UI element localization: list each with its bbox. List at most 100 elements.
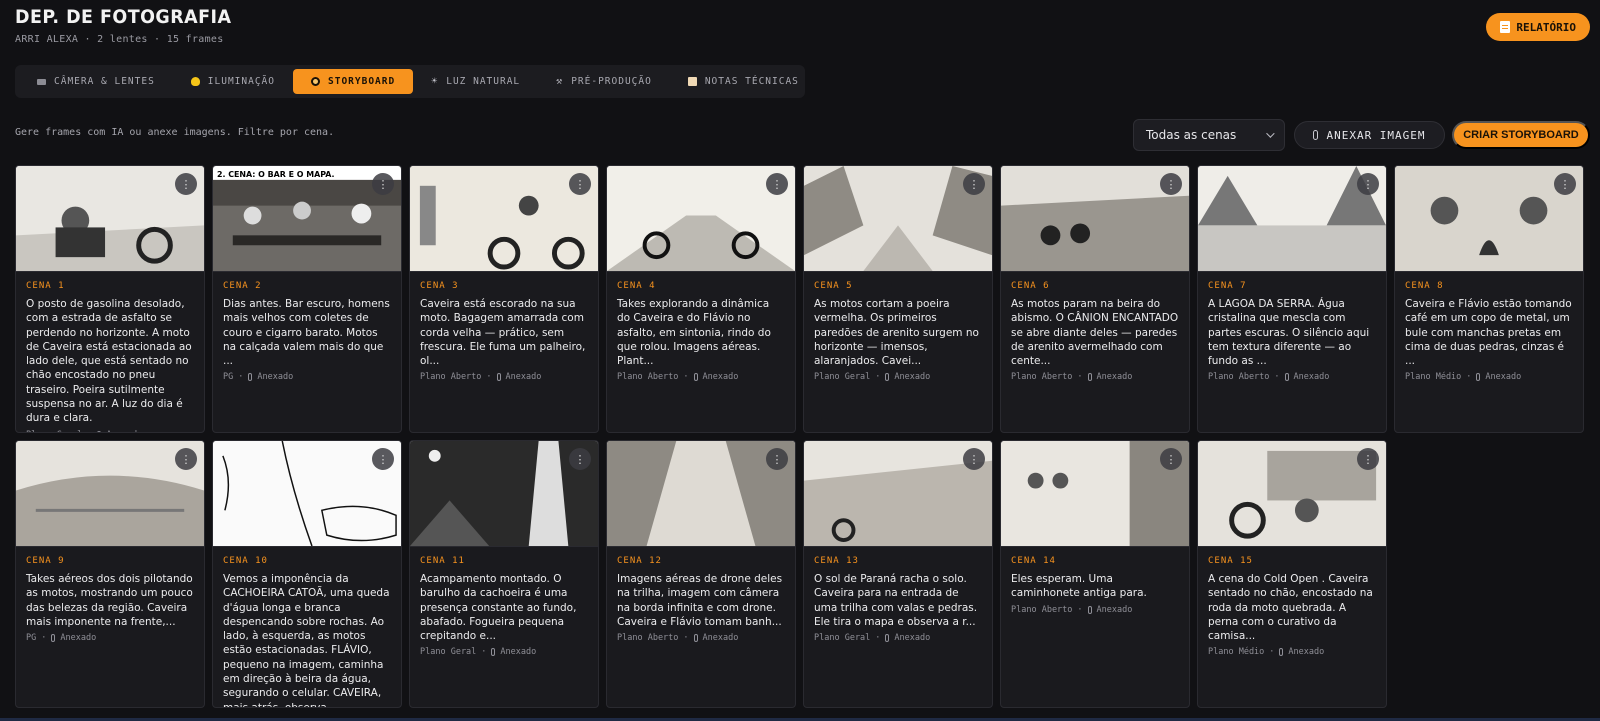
storyboard-frame-image[interactable]: ⋮ — [607, 166, 795, 272]
storyboard-card[interactable]: ⋮ CENA 8 Caveira e Flávio estão tomando … — [1394, 165, 1584, 433]
create-storyboard-button[interactable]: CRIAR STORYBOARD — [1452, 121, 1590, 149]
attachment-status: Anexado — [1096, 372, 1133, 383]
tab-technical-notes[interactable]: NOTAS TÉCNICAS — [670, 69, 817, 94]
storyboard-card[interactable]: ⋮ CENA 7 A LAGOA DA SERRA. Água cristali… — [1197, 165, 1387, 433]
report-button[interactable]: RELATÓRIO — [1486, 13, 1590, 41]
report-button-label: RELATÓRIO — [1516, 20, 1576, 34]
more-options-icon[interactable]: ⋮ — [766, 448, 788, 470]
paperclip-icon — [491, 648, 496, 657]
more-options-icon[interactable]: ⋮ — [766, 173, 788, 195]
meta-separator: · — [1077, 604, 1083, 615]
card-body: CENA 13 O sol de Paraná racha o solo. Ca… — [804, 547, 992, 643]
shot-type: Plano Geral — [814, 372, 871, 383]
more-options-icon[interactable]: ⋮ — [1357, 448, 1379, 470]
storyboard-frame-image[interactable]: ⋮ — [804, 166, 992, 272]
tab-lighting[interactable]: ILUMINAÇÃO — [173, 69, 293, 94]
storyboard-frame-image[interactable]: ⋮ — [1198, 441, 1386, 547]
paperclip-icon — [885, 373, 890, 382]
storyboard-card[interactable]: ⋮ CENA 5 As motos cortam a poeira vermel… — [803, 165, 993, 433]
storyboard-card[interactable]: ⋮ CENA 9 Takes aéreos dos dois pilotando… — [15, 440, 205, 708]
scene-description: Vemos a imponência da CACHOEIRA CATOÃ, u… — [223, 573, 390, 708]
attach-image-button[interactable]: ANEXAR IMAGEM — [1294, 121, 1445, 149]
scene-meta: Plano Geral · Anexado — [814, 633, 982, 643]
more-options-icon[interactable]: ⋮ — [569, 448, 591, 470]
storyboard-frame-image[interactable]: ⋮ — [16, 166, 204, 272]
tab-storyboard[interactable]: STORYBOARD — [293, 69, 414, 94]
storyboard-card[interactable]: ⋮ CENA 14 Eles esperam. Uma caminhonete … — [1000, 440, 1190, 708]
more-options-icon[interactable]: ⋮ — [175, 173, 197, 195]
storyboard-card[interactable]: ⋮ CENA 4 Takes explorando a dinâmica do … — [606, 165, 796, 433]
paperclip-icon — [693, 634, 698, 643]
more-options-icon[interactable]: ⋮ — [372, 448, 394, 470]
scene-meta: Plano Aberto · Anexado — [617, 372, 785, 382]
scene-description: O sol de Paraná racha o solo. Caveira pa… — [814, 573, 978, 628]
card-body: CENA 9 Takes aéreos dos dois pilotando a… — [16, 547, 204, 643]
card-body: CENA 1 O posto de gasolina desolado, com… — [16, 272, 204, 432]
storyboard-card[interactable]: ⋮ CENA 11 Acampamento montado. O barulho… — [409, 440, 599, 708]
storyboard-card[interactable]: 2. CENA: O BAR E O MAPA.⋮2. CENA: O BAR … — [212, 165, 402, 433]
scene-filter-select[interactable]: Todas as cenas — [1133, 119, 1285, 151]
storyboard-card[interactable]: ⋮ CENA 3 Caveira está escorado na sua mo… — [409, 165, 599, 433]
tab-pre-production[interactable]: ⚒ PRÉ-PRODUÇÃO — [538, 69, 670, 94]
scene-meta: PG · Anexado — [26, 633, 194, 643]
scene-number: CENA 10 — [223, 556, 268, 566]
scene-description: Caveira está escorado na sua moto. Bagag… — [420, 298, 586, 368]
storyboard-frame-image[interactable]: ⋮ — [607, 441, 795, 547]
storyboard-card[interactable]: ⋮ CENA 15 A cena do Cold Open . Caveira … — [1197, 440, 1387, 708]
shot-type: Plano Aberto — [1208, 372, 1270, 383]
scene-meta: Plano Aberto · Anexado — [420, 372, 588, 382]
more-options-icon[interactable]: ⋮ — [1554, 173, 1576, 195]
storyboard-frame-image[interactable]: ⋮ — [16, 441, 204, 547]
card-body: CENA 12 Imagens aéreas de drone deles na… — [607, 547, 795, 643]
storyboard-frame-image[interactable]: ⋮ — [410, 166, 598, 272]
attachment-status: Anexado — [1288, 647, 1325, 658]
scene-number: CENA 13 — [814, 556, 859, 566]
storyboard-frame-image[interactable]: ⋮ — [213, 441, 401, 547]
attach-image-label: ANEXAR IMAGEM — [1326, 128, 1426, 142]
scene-description: O posto de gasolina desolado, com a estr… — [26, 298, 192, 425]
scene-description: Eles esperam. Uma caminhonete antiga par… — [1011, 573, 1147, 600]
scene-number: CENA 1 — [26, 281, 65, 291]
storyboard-frame-image[interactable]: ⋮ — [1198, 166, 1386, 272]
storyboard-frame-image[interactable]: ⋮ — [1001, 166, 1189, 272]
scene-meta: Plano Geral · Anexado — [814, 372, 982, 382]
storyboard-card[interactable]: ⋮ CENA 13 O sol de Paraná racha o solo. … — [803, 440, 993, 708]
tab-label: PRÉ-PRODUÇÃO — [571, 76, 652, 87]
paperclip-icon — [51, 634, 56, 643]
tab-natural-light[interactable]: ☀ LUZ NATURAL — [413, 69, 538, 94]
storyboard-card[interactable]: ⋮ CENA 12 Imagens aéreas de drone deles … — [606, 440, 796, 708]
tab-label: NOTAS TÉCNICAS — [704, 76, 799, 87]
more-options-icon[interactable]: ⋮ — [569, 173, 591, 195]
storyboard-frame-image[interactable]: ⋮ — [1001, 441, 1189, 547]
scene-description: Acampamento montado. O barulho da cachoe… — [420, 573, 577, 643]
storyboard-card[interactable]: ⋮ CENA 10 Vemos a imponência da CACHOEIR… — [212, 440, 402, 708]
scene-number: CENA 12 — [617, 556, 662, 566]
more-options-icon[interactable]: ⋮ — [175, 448, 197, 470]
storyboard-frame-image[interactable]: ⋮ — [804, 441, 992, 547]
scene-meta: Plano Geral · Anexado — [26, 430, 194, 432]
storyboard-frame-image[interactable]: 2. CENA: O BAR E O MAPA.⋮2. CENA: O BAR … — [213, 166, 401, 272]
more-options-icon[interactable]: ⋮ — [372, 173, 394, 195]
scene-description: A LAGOA DA SERRA. Água cristalina que me… — [1208, 298, 1370, 368]
more-options-icon[interactable]: ⋮ — [963, 173, 985, 195]
storyboard-frame-image[interactable]: ⋮ — [410, 441, 598, 547]
paperclip-icon — [1476, 373, 1481, 382]
meta-separator: · — [238, 372, 244, 383]
storyboard-frame-image[interactable]: ⋮ — [1395, 166, 1583, 272]
scene-meta: PG · Anexado — [223, 372, 391, 382]
card-body: CENA 15 A cena do Cold Open . Caveira se… — [1198, 547, 1386, 657]
tab-camera-lenses[interactable]: CÂMERA & LENTES — [19, 69, 173, 94]
more-options-icon[interactable]: ⋮ — [963, 448, 985, 470]
scene-number: CENA 8 — [1405, 281, 1444, 291]
scene-number: CENA 7 — [1208, 281, 1247, 291]
scene-meta: Plano Aberto · Anexado — [1011, 605, 1179, 615]
meta-separator: · — [1466, 372, 1472, 383]
storyboard-card[interactable]: ⋮ CENA 6 As motos param na beira do abis… — [1000, 165, 1190, 433]
attachment-status: Anexado — [1293, 372, 1330, 383]
more-options-icon[interactable]: ⋮ — [1160, 448, 1182, 470]
paperclip-icon — [1087, 373, 1092, 382]
storyboard-card[interactable]: ⋮ CENA 1 O posto de gasolina desolado, c… — [15, 165, 205, 433]
more-options-icon[interactable]: ⋮ — [1357, 173, 1379, 195]
scene-number: CENA 5 — [814, 281, 853, 291]
more-options-icon[interactable]: ⋮ — [1160, 173, 1182, 195]
